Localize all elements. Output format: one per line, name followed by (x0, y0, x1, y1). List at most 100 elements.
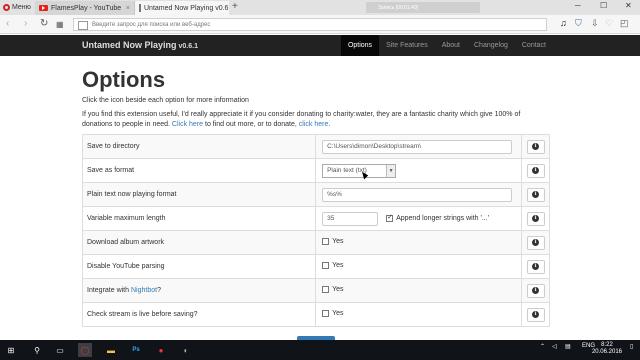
option-row-save-format: Save as format Plain text (txt) ▼ i (81, 158, 550, 183)
info-button[interactable]: i (526, 259, 545, 274)
charity-info-link[interactable]: Click here (172, 121, 203, 128)
windows-start-icon[interactable]: ⊞ (4, 343, 18, 357)
close-tab-icon[interactable]: × (126, 5, 130, 12)
donation-text: If you find this extension useful, I'd r… (82, 110, 550, 130)
info-icon: i (532, 143, 540, 150)
site-brand[interactable]: Untamed Now Playing v0.6.1 (82, 40, 198, 50)
download-icon[interactable]: ⇩ (591, 18, 599, 29)
option-label: Variable maximum length (81, 206, 317, 231)
checkbox[interactable] (322, 262, 330, 269)
page-title: Options (82, 67, 166, 92)
save-directory-input[interactable]: C:\Users\dimon\Desktop\stream\ (322, 139, 513, 154)
opera-taskbar-icon[interactable]: ◯ (78, 343, 92, 357)
brand-name: Untamed Now Playing (82, 40, 177, 50)
download-art-checkbox[interactable]: Yes (322, 238, 344, 245)
clock-time: 8:22 (601, 342, 613, 348)
option-label: Plain text now playing format (81, 182, 317, 207)
info-button[interactable]: i (526, 163, 545, 178)
info-icon: i (532, 239, 540, 246)
close-window-button[interactable]: ✕ (625, 1, 632, 10)
option-label: Save as format (81, 158, 317, 183)
option-row-var-max: Variable maximum length 35 Append longer… (81, 206, 550, 231)
checkbox[interactable] (322, 238, 330, 245)
option-row-disable-yt: Disable YouTube parsing Yes i (81, 254, 550, 279)
speaker-icon[interactable]: ◁ (552, 343, 557, 350)
app-icon[interactable]: ◐ (179, 343, 193, 357)
snapshot-icon[interactable]: ◰ (620, 18, 629, 29)
checkbox[interactable] (322, 310, 330, 317)
chevron-down-icon: ▼ (386, 164, 396, 177)
intro-text: Click the icon beside each option for mo… (82, 97, 249, 104)
info-button[interactable]: i (526, 187, 545, 202)
info-button[interactable]: i (526, 307, 545, 322)
yes-label: Yes (332, 238, 344, 245)
network-icon[interactable]: ▤ (565, 343, 571, 350)
tab-youtube[interactable]: FlamesPlay - YouTube × (35, 1, 135, 15)
info-icon: i (532, 191, 540, 198)
chevron-up-icon[interactable]: ⌃ (540, 343, 545, 350)
photoshop-icon[interactable]: Ps (129, 343, 143, 357)
yes-label: Yes (332, 262, 344, 269)
donate-link[interactable]: click here (299, 121, 329, 128)
opera-menu-button[interactable]: Меню (1, 1, 35, 14)
option-row-save-dir: Save to directory C:\Users\dimon\Desktop… (81, 134, 550, 159)
site-nav: Options Site Features About Changelog Co… (340, 35, 553, 56)
shield-icon[interactable]: ⛉ (575, 18, 582, 29)
nav-site-features[interactable]: Site Features (379, 35, 435, 56)
info-icon: i (532, 215, 540, 222)
save-format-select[interactable]: Plain text (txt) ▼ (322, 163, 397, 178)
music-icon[interactable]: ♫ (560, 18, 567, 28)
site-navbar: Untamed Now Playing v0.6.1 Options Site F… (0, 35, 640, 56)
options-table: Save to directory C:\Users\dimon\Desktop… (81, 134, 550, 327)
option-row-check-stream: Check stream is live before saving? Yes … (81, 302, 550, 327)
record-icon[interactable]: ● (154, 343, 168, 357)
reload-icon[interactable]: ↻ (40, 18, 48, 29)
nav-contact[interactable]: Contact (515, 35, 553, 56)
speed-dial-icon[interactable]: ▦ (56, 20, 64, 29)
nav-options[interactable]: Options (340, 35, 380, 56)
nav-changelog[interactable]: Changelog (467, 35, 515, 56)
append-checkbox[interactable]: Append longer strings with '...' (386, 213, 490, 222)
address-bar-row: ‹ › ↻ ▦ Введите запрос для поиска или ве… (0, 15, 640, 34)
clock[interactable]: 8:22 20.06.2016 (592, 342, 622, 356)
yes-label: Yes (332, 286, 344, 293)
info-button[interactable]: i (526, 235, 545, 250)
option-row-download-art: Download album artwork Yes i (81, 230, 550, 255)
nightbot-link[interactable]: Nightbot (131, 287, 157, 294)
checkbox[interactable] (322, 286, 330, 293)
info-button[interactable]: i (526, 211, 545, 226)
nightbot-checkbox[interactable]: Yes (322, 286, 344, 293)
select-value: Plain text (txt) (327, 167, 367, 174)
minimize-button[interactable]: ─ (575, 1, 581, 10)
taskbar: ⊞ ⚲ ▭ ◯ ▬ Ps ● ◐ ⌃ ◁ ▤ ENG 8:22 20.06.20… (0, 340, 640, 360)
check-stream-checkbox[interactable]: Yes (322, 310, 344, 317)
notifications-icon[interactable]: ▯ (630, 343, 633, 350)
page-icon (139, 4, 141, 12)
option-row-nightbot: Integrate with Nightbot? Yes i (81, 278, 550, 303)
heart-icon[interactable]: ♡ (605, 18, 613, 29)
max-length-input[interactable]: 35 (322, 211, 379, 226)
maximize-button[interactable]: ☐ (600, 1, 607, 10)
menu-label: Меню (12, 4, 31, 11)
back-icon[interactable]: ‹ (6, 18, 9, 29)
address-input[interactable]: Введите запрос для поиска или веб-адрес (73, 18, 547, 31)
info-button[interactable]: i (526, 139, 545, 154)
yes-label: Yes (332, 310, 344, 317)
brand-version: v0.6.1 (178, 43, 198, 50)
search-icon[interactable]: ⚲ (30, 343, 44, 357)
option-label: Save to directory (81, 134, 317, 159)
folder-icon[interactable]: ▬ (104, 343, 118, 357)
append-label: Append longer strings with '...' (396, 215, 490, 222)
info-button[interactable]: i (526, 283, 545, 298)
disable-youtube-checkbox[interactable]: Yes (322, 262, 344, 269)
task-view-icon[interactable]: ▭ (53, 343, 67, 357)
tab-title: Untamed Now Playing v0.6 (144, 4, 229, 12)
nav-about[interactable]: About (435, 35, 467, 56)
nightbot-prefix: Integrate with (87, 287, 130, 294)
info-icon: i (532, 287, 540, 294)
forward-icon[interactable]: › (24, 18, 27, 29)
tab-untamed[interactable]: Untamed Now Playing v0.6 × (135, 1, 229, 15)
new-tab-button[interactable]: + (232, 1, 238, 12)
plain-format-input[interactable]: %s% (322, 187, 513, 202)
checkbox-checked[interactable] (386, 213, 394, 222)
